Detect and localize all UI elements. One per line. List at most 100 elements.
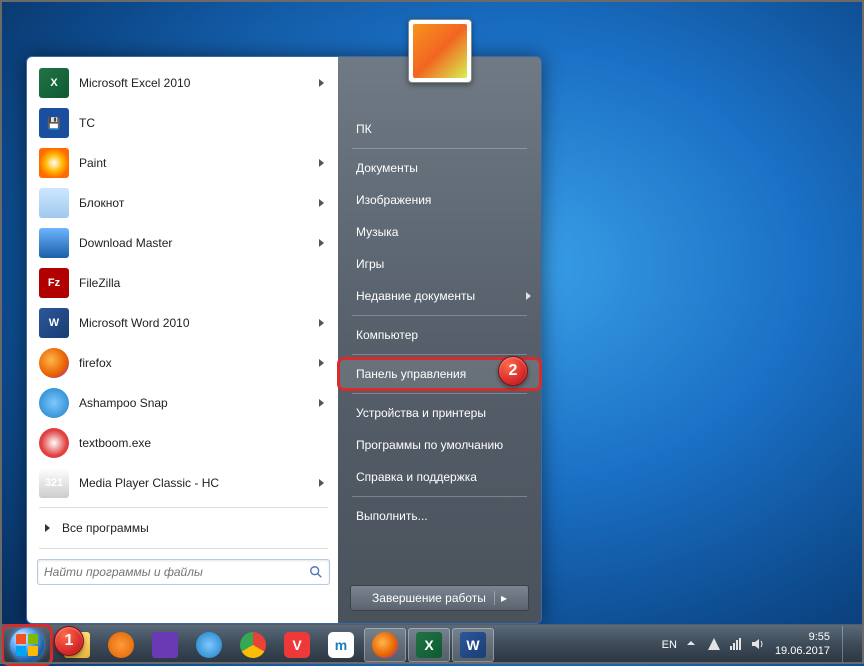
chevron-right-icon — [319, 239, 324, 247]
word-icon: W — [460, 632, 486, 658]
right-item-label: Недавние документы — [356, 289, 475, 303]
separator — [352, 354, 527, 355]
shutdown-label: Завершение работы — [372, 591, 486, 605]
taskbar-word[interactable]: W — [452, 628, 494, 662]
right-item-9[interactable]: Программы по умолчанию — [338, 429, 541, 461]
program-item-dm[interactable]: Download Master — [33, 223, 334, 263]
dm-icon — [39, 228, 69, 258]
start-menu-right-panel: ПК Документы Изображения Музыка Игры Недавние… — [338, 56, 542, 624]
right-item-8[interactable]: Устройства и принтеры — [338, 397, 541, 429]
volume-icon[interactable] — [751, 637, 767, 653]
taskbar-firefox[interactable] — [364, 628, 406, 662]
user-picture[interactable] — [408, 19, 472, 83]
right-item-3[interactable]: Музыка — [338, 216, 541, 248]
shutdown-button[interactable]: Завершение работы ▸ — [350, 585, 529, 611]
program-item-mpc[interactable]: 321 Media Player Classic - HC — [33, 463, 334, 503]
program-label: Microsoft Word 2010 — [79, 316, 319, 330]
taskbar-wmp[interactable] — [100, 628, 142, 662]
chevron-right-icon — [45, 524, 50, 532]
taskbar-maxthon[interactable]: m — [320, 628, 362, 662]
annotation-badge-1: 1 — [54, 626, 84, 656]
triangle-icon — [152, 632, 178, 658]
right-item-label: Панель управления — [356, 367, 466, 381]
right-item-label: Музыка — [356, 225, 398, 239]
textboom-icon — [39, 428, 69, 458]
all-programs-button[interactable]: Все программы — [33, 512, 334, 544]
tc-icon: 💾 — [39, 108, 69, 138]
firefox-icon — [39, 348, 69, 378]
right-item-1[interactable]: Документы — [338, 152, 541, 184]
program-item-firefox[interactable]: firefox — [33, 343, 334, 383]
right-item-11[interactable]: Выполнить... — [338, 500, 541, 532]
ie-icon — [196, 632, 222, 658]
program-item-filezilla[interactable]: Fz FileZilla — [33, 263, 334, 303]
search-icon — [309, 565, 323, 579]
program-item-textboom[interactable]: textboom.exe — [33, 423, 334, 463]
windows-logo-icon — [16, 634, 38, 656]
right-item-label: Выполнить... — [356, 509, 428, 523]
right-item-label: Игры — [356, 257, 384, 271]
snap-icon — [39, 388, 69, 418]
show-desktop-button[interactable] — [842, 626, 852, 664]
taskbar-chrome[interactable] — [232, 628, 274, 662]
program-label: Ashampoo Snap — [79, 396, 319, 410]
excel-icon: X — [39, 68, 69, 98]
program-item-paint[interactable]: Paint — [33, 143, 334, 183]
search-input[interactable] — [44, 565, 309, 579]
program-item-snap[interactable]: Ashampoo Snap — [33, 383, 334, 423]
clock-date: 19.06.2017 — [775, 645, 830, 658]
separator — [352, 496, 527, 497]
play-icon — [108, 632, 134, 658]
right-item-label: ПК — [356, 122, 372, 136]
program-label: firefox — [79, 356, 319, 370]
show-hidden-icons[interactable] — [685, 637, 701, 653]
firefox-icon — [372, 632, 398, 658]
chevron-right-icon — [526, 292, 531, 300]
taskbar-excel[interactable]: X — [408, 628, 450, 662]
right-item-label: Программы по умолчанию — [356, 438, 503, 452]
program-item-notepad[interactable]: Блокнот — [33, 183, 334, 223]
chevron-right-icon — [319, 359, 324, 367]
maxthon-icon: m — [328, 632, 354, 658]
language-indicator[interactable]: EN — [662, 639, 677, 651]
taskbar-vivaldi[interactable]: V — [276, 628, 318, 662]
program-item-tc[interactable]: 💾 TC — [33, 103, 334, 143]
right-item-4[interactable]: Игры — [338, 248, 541, 280]
right-item-6[interactable]: Компьютер — [338, 319, 541, 351]
right-item-5[interactable]: Недавние документы — [338, 280, 541, 312]
chevron-right-icon — [319, 159, 324, 167]
action-center-icon[interactable] — [707, 637, 723, 653]
chevron-right-icon — [319, 319, 324, 327]
chevron-right-icon[interactable]: ▸ — [494, 591, 507, 605]
right-item-label: Документы — [356, 161, 418, 175]
chevron-right-icon — [319, 199, 324, 207]
program-label: textboom.exe — [79, 436, 328, 450]
program-label: Media Player Classic - HC — [79, 476, 319, 490]
vivaldi-icon: V — [284, 632, 310, 658]
paint-icon — [39, 148, 69, 178]
right-item-2[interactable]: Изображения — [338, 184, 541, 216]
program-label: Download Master — [79, 236, 319, 250]
taskbar-app-purple[interactable] — [144, 628, 186, 662]
start-menu-left-panel: X Microsoft Excel 2010 💾 TC Paint Блокно… — [26, 56, 338, 624]
right-item-0[interactable]: ПК — [338, 113, 541, 145]
taskbar-ie[interactable] — [188, 628, 230, 662]
start-menu: X Microsoft Excel 2010 💾 TC Paint Блокно… — [26, 56, 542, 624]
word-icon: W — [39, 308, 69, 338]
taskbar: V m X W EN 9:55 19.06.2017 — [0, 624, 864, 664]
start-button[interactable] — [4, 627, 50, 663]
separator — [352, 148, 527, 149]
system-tray: EN 9:55 19.06.2017 — [662, 626, 860, 664]
excel-icon: X — [416, 632, 442, 658]
right-item-10[interactable]: Справка и поддержка — [338, 461, 541, 493]
network-icon[interactable] — [729, 637, 745, 653]
chrome-icon — [240, 632, 266, 658]
separator — [39, 548, 328, 549]
program-item-excel[interactable]: X Microsoft Excel 2010 — [33, 63, 334, 103]
right-item-label: Устройства и принтеры — [356, 406, 486, 420]
program-item-word[interactable]: W Microsoft Word 2010 — [33, 303, 334, 343]
search-box[interactable] — [37, 559, 330, 585]
clock[interactable]: 9:55 19.06.2017 — [775, 631, 830, 657]
notepad-icon — [39, 188, 69, 218]
program-label: FileZilla — [79, 276, 328, 290]
